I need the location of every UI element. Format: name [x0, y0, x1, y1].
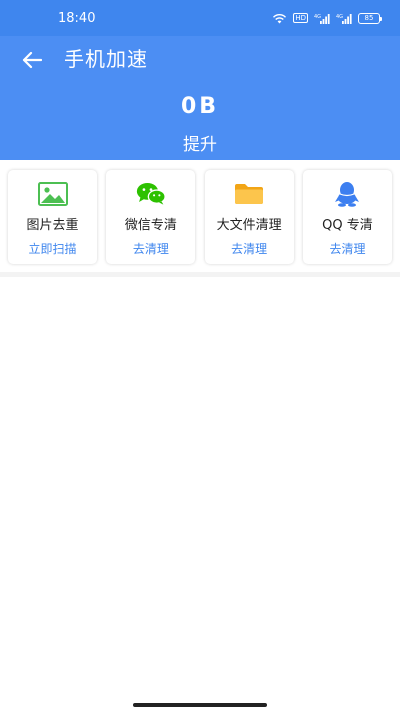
- qq-icon: [332, 181, 362, 207]
- signal-icon: 4G: [314, 13, 330, 24]
- card-label: 图片去重: [26, 218, 79, 233]
- signal-icon-2: 4G: [336, 13, 352, 24]
- section-divider: [0, 272, 400, 277]
- image-icon: [37, 181, 68, 207]
- card-label: 大文件清理: [216, 218, 282, 233]
- wechat-icon: [136, 181, 166, 207]
- folder-icon: [234, 181, 264, 207]
- scan-now-link[interactable]: 立即扫描: [28, 240, 76, 257]
- go-clean-link[interactable]: 去清理: [231, 240, 267, 257]
- large-file-clean-card[interactable]: 大文件清理 去清理: [204, 170, 294, 264]
- home-indicator[interactable]: [133, 703, 267, 707]
- card-label: QQ 专清: [322, 218, 373, 233]
- page-title: 手机加速: [64, 47, 148, 71]
- go-clean-link[interactable]: 去清理: [133, 240, 169, 257]
- hd-badge: HD: [293, 13, 308, 23]
- status-icons: HD 4G 4G 85: [272, 12, 382, 24]
- signal-label-2: 4G: [336, 14, 343, 20]
- battery-level: 85: [364, 14, 374, 22]
- speedup-size-caption: 提升: [183, 135, 217, 155]
- wifi-icon: [273, 13, 287, 23]
- qq-clean-card[interactable]: QQ 专清 去清理: [302, 170, 392, 264]
- image-dedup-card[interactable]: 图片去重 立即扫描: [8, 170, 97, 264]
- status-time: 18:40: [58, 10, 96, 26]
- wechat-clean-card[interactable]: 微信专清 去清理: [106, 170, 196, 264]
- header: 手机加速 0B 提升: [0, 36, 400, 160]
- back-button[interactable]: [14, 42, 50, 78]
- battery-icon: 85: [358, 12, 382, 24]
- tool-card-row: 图片去重 立即扫描 微信专清 去清理 大文件清理 去清理 QQ 专清 去清理: [8, 170, 392, 264]
- arrow-left-icon: [22, 51, 42, 69]
- card-label: 微信专清: [124, 218, 177, 233]
- go-clean-link[interactable]: 去清理: [329, 240, 365, 257]
- status-bar: 18:40 HD 4G 4G 85: [0, 0, 400, 36]
- speedup-size-value: 0B: [180, 94, 220, 119]
- signal-label: 4G: [314, 14, 321, 20]
